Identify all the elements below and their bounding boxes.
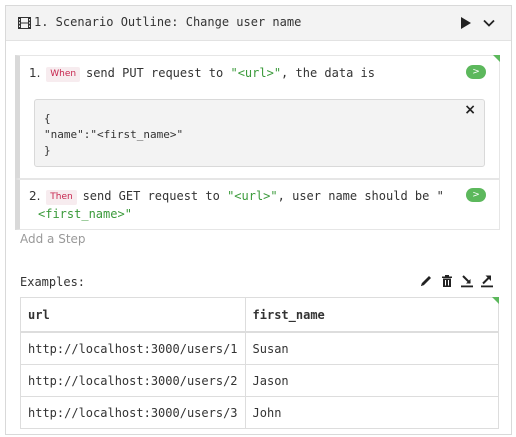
close-icon[interactable]: × [464,103,476,117]
column-header[interactable]: url [20,297,246,333]
step-2-text-continued: <first_name>" [38,205,132,223]
keyword-badge: When [46,67,81,82]
edit-icon[interactable] [419,274,433,288]
step-2[interactable]: 2. Then send GET request to "<url>", use… [15,179,500,230]
docstring-line: } [44,144,51,157]
step-param: <first_name>" [38,207,132,221]
film-icon [18,17,31,29]
scenario-card: 1. Scenario Outline: Change user name 1.… [5,5,512,435]
step-number: 2. [29,189,41,203]
step-text-end: , the data is [281,66,375,80]
table-cell[interactable]: Susan [244,331,500,365]
table-cell[interactable]: http://localhost:3000/users/3 [20,396,246,429]
table-marker [492,297,499,304]
scenario-header[interactable]: 1. Scenario Outline: Change user name [6,6,511,41]
step-text: send GET request to [82,189,228,203]
step-param: "<url>" [230,66,282,80]
table-cell[interactable]: http://localhost:3000/users/1 [20,331,246,365]
docstring-line: { [44,112,51,125]
table-row[interactable]: http://localhost:3000/users/1 Susan [20,331,500,365]
run-step-button[interactable]: > [466,65,486,79]
step-marker [493,55,500,62]
docstring-block[interactable]: × { "name":"<first_name>" } [34,99,485,167]
table-row[interactable]: http://localhost:3000/users/2 Jason [20,364,500,397]
step-number: 1. [29,66,41,80]
step-1[interactable]: 1. When send PUT request to "<url>", the… [15,55,500,179]
examples-label: Examples: [20,275,86,289]
add-step-input[interactable]: Add a Step [20,232,86,246]
import-icon[interactable] [460,274,474,288]
run-step-button[interactable]: > [466,188,486,202]
table-cell[interactable]: Jason [244,364,500,397]
step-1-text: 1. When send PUT request to "<url>", the… [29,64,375,82]
play-icon[interactable] [460,16,472,30]
table-row[interactable]: http://localhost:3000/users/3 John [20,396,500,429]
table-cell[interactable]: John [244,396,500,429]
chevron-down-icon[interactable] [482,16,496,30]
docstring-line: "name":"<first_name>" [44,128,184,141]
table-cell[interactable]: http://localhost:3000/users/2 [20,364,246,397]
keyword-badge: Then [46,190,77,205]
table-header-row: url first_name [20,297,500,333]
scenario-title: 1. Scenario Outline: Change user name [34,15,302,29]
step-2-text: 2. Then send GET request to "<url>", use… [29,187,444,205]
trash-icon[interactable] [440,274,454,288]
step-text-end: , user name should be " [277,189,444,203]
export-icon[interactable] [480,274,494,288]
step-text: send PUT request to [85,66,231,80]
column-header[interactable]: first_name [244,297,500,333]
step-param: "<url>" [227,189,278,203]
examples-table: url first_name http://localhost:3000/use… [20,297,500,429]
